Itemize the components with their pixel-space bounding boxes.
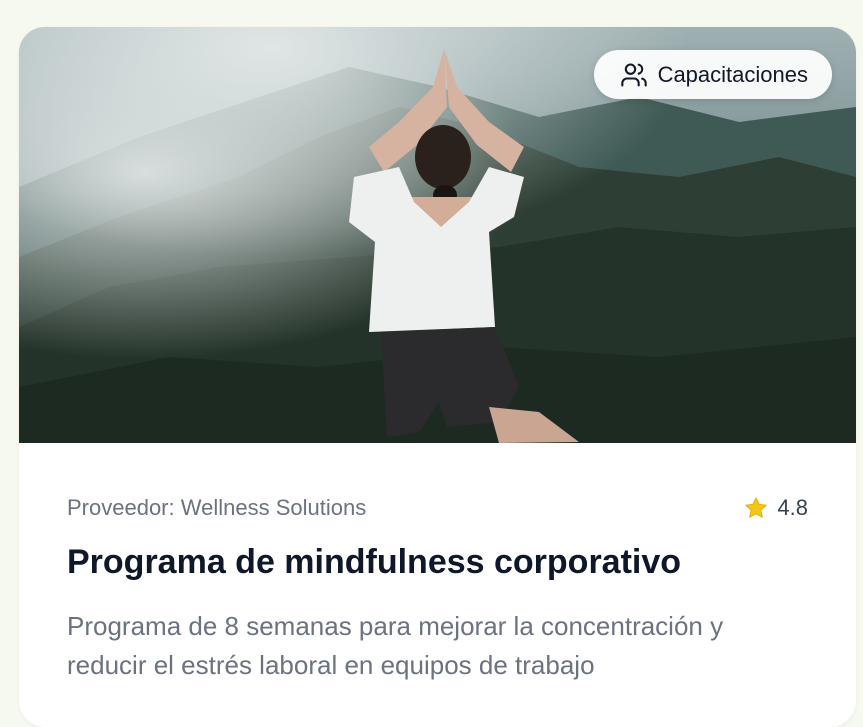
category-badge[interactable]: Capacitaciones — [593, 50, 832, 99]
category-badge-label: Capacitaciones — [657, 61, 808, 87]
star-icon — [743, 495, 769, 521]
meta-row: Proveedor: Wellness Solutions 4.8 — [67, 493, 808, 523]
provider-label: Proveedor: Wellness Solutions — [67, 495, 367, 520]
card-image: Capacitaciones — [19, 27, 856, 443]
card-body: Proveedor: Wellness Solutions 4.8 Progra… — [19, 443, 856, 685]
rating: 4.8 — [743, 495, 808, 521]
service-card[interactable]: Capacitaciones Proveedor: Wellness Solut… — [19, 27, 856, 727]
card-title[interactable]: Programa de mindfulness corporativo — [67, 541, 808, 583]
card-description: Programa de 8 semanas para mejorar la co… — [67, 611, 724, 680]
rating-value: 4.8 — [777, 495, 808, 520]
users-icon — [620, 61, 648, 89]
